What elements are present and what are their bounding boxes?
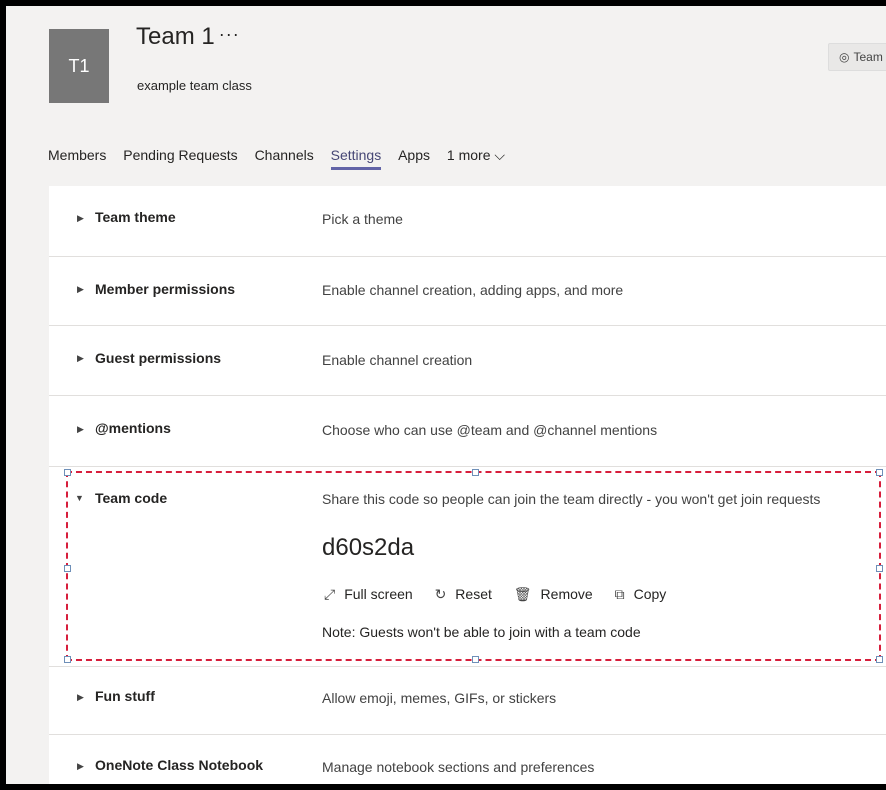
- setting-description: Manage notebook sections and preferences: [322, 759, 595, 775]
- more-options-icon[interactable]: ···: [219, 24, 240, 44]
- setting-row-mentions[interactable]: ▶ @mentions Choose who can use @team and…: [49, 395, 886, 467]
- setting-row-guest-permissions[interactable]: ▶ Guest permissions Enable channel creat…: [49, 325, 886, 396]
- setting-title: Guest permissions: [95, 350, 222, 366]
- resize-handle[interactable]: [64, 656, 71, 663]
- setting-description: Enable channel creation, adding apps, an…: [322, 282, 624, 298]
- team-description: example team class: [137, 78, 252, 93]
- chevron-right-icon: ▶: [77, 284, 84, 294]
- resize-handle[interactable]: [64, 565, 71, 572]
- team-header: T1 Team 1 ··· example team class ◎ Team: [6, 6, 886, 124]
- setting-row-fun-stuff[interactable]: ▶ Fun stuff Allow emoji, memes, GIFs, or…: [49, 666, 886, 735]
- setting-row-member-permissions[interactable]: ▶ Member permissions Enable channel crea…: [49, 256, 886, 326]
- team-visibility-button[interactable]: ◎ Team: [828, 43, 886, 71]
- settings-panel: ▶ Team theme Pick a theme ▶ Member permi…: [49, 186, 886, 784]
- team-visibility-label: Team: [853, 50, 883, 64]
- teams-window: T1 Team 1 ··· example team class ◎ Team M…: [6, 6, 886, 784]
- setting-title: OneNote Class Notebook: [95, 757, 264, 773]
- chevron-right-icon: ▶: [77, 213, 84, 223]
- chevron-right-icon: ▶: [77, 692, 84, 702]
- eye-icon: ◎: [839, 50, 850, 64]
- resize-handle[interactable]: [876, 565, 883, 572]
- setting-title: @mentions: [95, 420, 171, 436]
- resize-handle[interactable]: [876, 469, 883, 476]
- setting-title: Team theme: [95, 209, 176, 225]
- chevron-right-icon: ▶: [77, 424, 84, 434]
- tab-pending-requests[interactable]: Pending Requests: [123, 147, 237, 163]
- setting-title: Member permissions: [95, 281, 236, 297]
- setting-row-onenote[interactable]: ▶ OneNote Class Notebook Manage notebook…: [49, 734, 886, 784]
- selection-outline: [64, 469, 883, 663]
- chevron-right-icon: ▶: [77, 761, 84, 771]
- team-title: Team 1 ···: [136, 23, 240, 51]
- team-name: Team 1: [136, 23, 215, 50]
- setting-description: Allow emoji, memes, GIFs, or stickers: [322, 690, 557, 706]
- setting-description: Choose who can use @team and @channel me…: [322, 422, 658, 438]
- setting-title: Fun stuff: [95, 688, 155, 704]
- tab-members[interactable]: Members: [48, 147, 106, 163]
- tab-bar: Members Pending Requests Channels Settin…: [48, 147, 518, 173]
- chevron-right-icon: ▶: [77, 353, 84, 363]
- tab-apps[interactable]: Apps: [398, 147, 430, 163]
- resize-handle[interactable]: [64, 469, 71, 476]
- tab-channels[interactable]: Channels: [255, 147, 314, 163]
- tab-settings[interactable]: Settings: [330, 147, 381, 170]
- setting-description: Pick a theme: [322, 211, 403, 227]
- team-avatar-initials: T1: [68, 55, 90, 76]
- tab-more[interactable]: 1 more ⌵: [447, 147, 505, 164]
- team-avatar: T1: [49, 29, 109, 103]
- resize-handle[interactable]: [876, 656, 883, 663]
- resize-handle[interactable]: [472, 469, 479, 476]
- setting-description: Enable channel creation: [322, 352, 473, 368]
- setting-row-team-theme[interactable]: ▶ Team theme Pick a theme: [49, 186, 886, 257]
- resize-handle[interactable]: [472, 656, 479, 663]
